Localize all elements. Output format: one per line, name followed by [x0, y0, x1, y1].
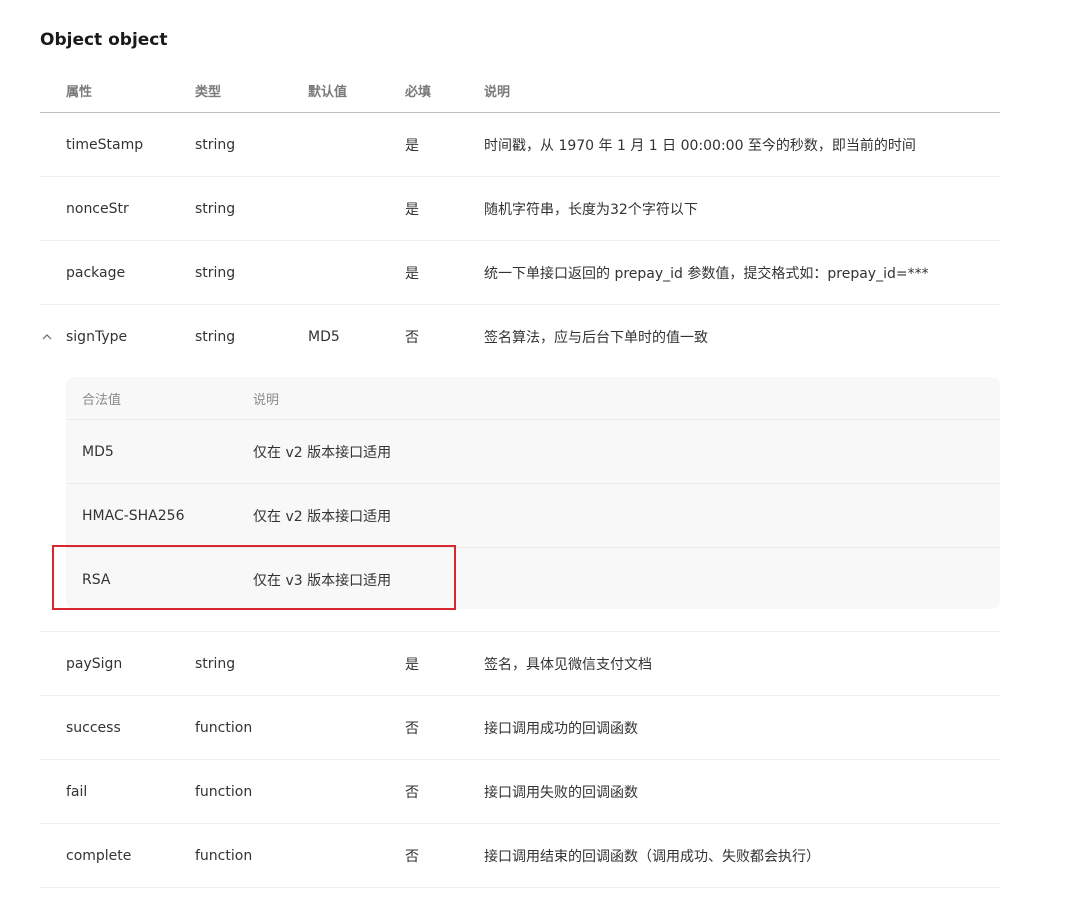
- table-row: paySign string 是 签名，具体见微信支付文档: [40, 632, 1000, 696]
- table-row: nonceStr string 是 随机字符串，长度为32个字符以下: [40, 177, 1000, 241]
- section-title: Object object: [40, 30, 168, 50]
- param-required: 否: [405, 329, 419, 346]
- param-description: 接口调用成功的回调函数: [484, 720, 638, 737]
- param-name: nonceStr: [66, 200, 129, 217]
- param-type: string: [195, 328, 236, 345]
- header-default: 默认值: [308, 84, 348, 100]
- table-row: success function 否 接口调用成功的回调函数: [40, 696, 1000, 760]
- param-name: complete: [66, 847, 132, 864]
- param-description: 统一下单接口返回的 prepay_id 参数值，提交格式如：prepay_id=…: [484, 265, 929, 282]
- legal-value-row: HMAC-SHA256 仅在 v2 版本接口适用: [66, 483, 1000, 547]
- param-type: function: [195, 847, 253, 864]
- param-required: 是: [405, 201, 419, 218]
- legal-values-table: 合法值 说明 MD5 仅在 v2 版本接口适用 HMAC-SHA256 仅在 v…: [52, 377, 1000, 610]
- param-name: timeStamp: [66, 136, 144, 153]
- param-type: string: [195, 200, 236, 217]
- param-type: string: [195, 655, 236, 672]
- param-name[interactable]: signType: [66, 305, 127, 368]
- legal-value-description: 仅在 v2 版本接口适用: [253, 444, 392, 461]
- param-description: 接口调用结束的回调函数（调用成功、失败都会执行）: [484, 848, 820, 865]
- param-type: function: [195, 783, 253, 800]
- param-name: success: [66, 719, 121, 736]
- param-required: 是: [405, 265, 419, 282]
- expanded-row-signtype: signType string MD5 否 签名算法，应与后台下单时的值一致 合…: [40, 305, 1000, 632]
- chevron-up-icon[interactable]: [40, 305, 54, 368]
- table-row: complete function 否 接口调用结束的回调函数（调用成功、失败都…: [40, 824, 1000, 888]
- legal-value-description: 仅在 v2 版本接口适用: [253, 508, 392, 525]
- param-name: fail: [66, 783, 88, 800]
- param-required: 否: [405, 848, 419, 865]
- header-required: 必填: [405, 84, 432, 100]
- legal-value-row: MD5 仅在 v2 版本接口适用: [66, 419, 1000, 483]
- param-required: 是: [405, 137, 419, 154]
- param-description: 签名，具体见微信支付文档: [484, 656, 652, 673]
- legal-values-header: 合法值 说明: [66, 377, 1000, 419]
- param-type: string: [195, 264, 236, 281]
- param-name: package: [66, 264, 126, 281]
- header-type: 类型: [195, 84, 222, 100]
- highlight-box: [52, 545, 456, 610]
- param-type: string: [195, 136, 236, 153]
- param-required: 否: [405, 720, 419, 737]
- param-description: 接口调用失败的回调函数: [484, 784, 638, 801]
- param-description: 签名算法，应与后台下单时的值一致: [484, 329, 708, 346]
- header-legal-value: 合法值: [82, 392, 122, 408]
- header-legal-desc: 说明: [253, 392, 280, 408]
- table-row: package string 是 统一下单接口返回的 prepay_id 参数值…: [40, 241, 1000, 305]
- legal-value: HMAC-SHA256: [82, 507, 185, 524]
- param-description: 时间戳，从 1970 年 1 月 1 日 00:00:00 至今的秒数，即当前的…: [484, 137, 916, 154]
- object-params-table: 属性 类型 默认值 必填 说明 timeStamp string 是 时间戳，从…: [40, 68, 1000, 888]
- header-name: 属性: [66, 84, 93, 100]
- legal-value: MD5: [82, 443, 114, 460]
- param-default: MD5: [308, 328, 340, 345]
- table-row: fail function 否 接口调用失败的回调函数: [40, 760, 1000, 824]
- param-type: function: [195, 719, 253, 736]
- header-description: 说明: [484, 84, 511, 100]
- table-row: timeStamp string 是 时间戳，从 1970 年 1 月 1 日 …: [40, 113, 1000, 177]
- param-name: paySign: [66, 655, 123, 672]
- param-description: 随机字符串，长度为32个字符以下: [484, 201, 698, 218]
- table-header: 属性 类型 默认值 必填 说明: [40, 68, 1000, 113]
- param-required: 否: [405, 784, 419, 801]
- param-required: 是: [405, 656, 419, 673]
